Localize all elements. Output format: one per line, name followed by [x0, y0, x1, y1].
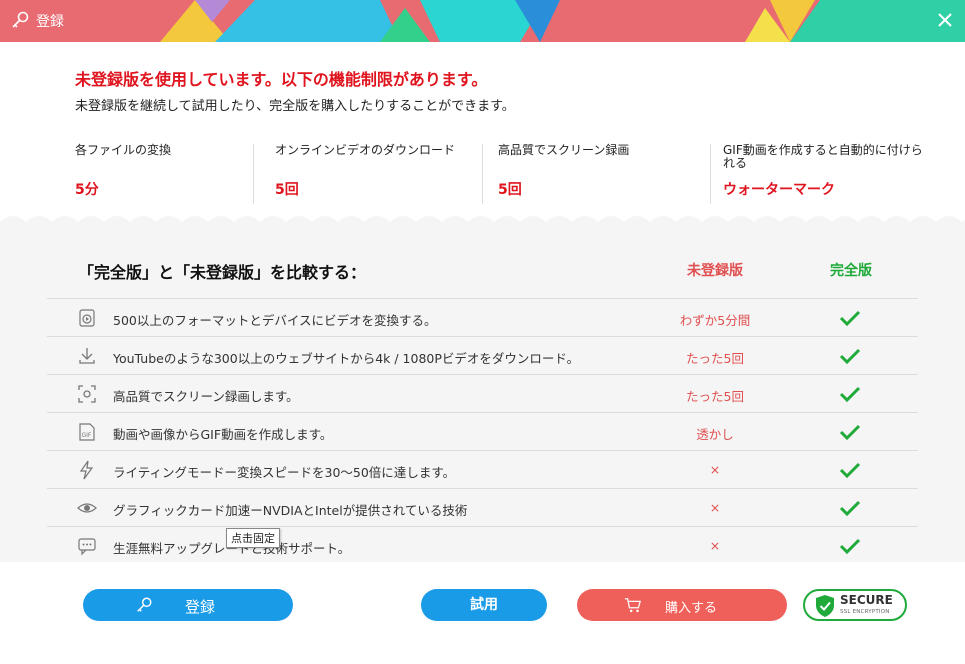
column-header-free: 未登録版: [687, 263, 743, 279]
action-bar: 登録 試用 購入する SECURE SSL ENCRYPTION: [0, 562, 965, 664]
row-free-value: たった5回: [686, 389, 744, 404]
divider: [710, 144, 711, 204]
table-row: ライティングモードー変換スピードを30〜50倍に達します。 ×: [47, 450, 918, 488]
row-free-value: ×: [709, 500, 721, 515]
limit-gif: GIF動画を作成すると自動的に付けられる ウォーターマーク: [723, 144, 923, 204]
trial-button[interactable]: 試用: [421, 589, 547, 621]
limit-download: オンラインビデオのダウンロード 5回: [275, 144, 475, 204]
title-bar-pattern: [0, 0, 965, 42]
limits-row: 各ファイルの変換 5分 オンラインビデオのダウンロード 5回 高品質でスクリーン…: [60, 144, 930, 204]
screen-record-icon: [78, 385, 96, 403]
row-free-value: ×: [709, 462, 721, 477]
notice-section: 未登録版を使用しています。以下の機能制限があります。 未登録版を継続して試用した…: [0, 42, 965, 222]
table-row: YouTubeのような300以上のウェブサイトから4k / 1080Pビデオをダ…: [47, 336, 918, 374]
ssl-label: SSL ENCRYPTION: [840, 609, 890, 615]
limit-convert: 各ファイルの変換 5分: [75, 144, 245, 204]
limit-value: ウォーターマーク: [723, 182, 835, 198]
table-row: グラフィックカード加速ーNVDIAとIntelが提供されている技術 ×: [47, 488, 918, 526]
shield-icon: [816, 595, 834, 617]
limit-label: オンラインビデオのダウンロード: [275, 143, 456, 157]
row-text: 動画や画像からGIF動画を作成します。: [113, 427, 333, 442]
notice-headline: 未登録版を使用しています。以下の機能制限があります。: [75, 70, 488, 89]
comparison-table: 500以上のフォーマットとデバイスにビデオを変換する。 わずか5分間 YouTu…: [47, 298, 918, 564]
check-icon: [839, 348, 861, 365]
close-icon[interactable]: [933, 8, 957, 32]
divider: [253, 144, 254, 204]
lightning-icon: [79, 460, 94, 480]
row-free-value: わずか5分間: [679, 313, 751, 328]
limit-value: 5分: [75, 182, 99, 198]
limit-value: 5回: [275, 182, 299, 198]
limit-record: 高品質でスクリーン録画 5回: [498, 144, 698, 204]
video-convert-icon: [79, 309, 95, 327]
check-icon: [839, 462, 861, 479]
row-free-value: 透かし: [696, 427, 734, 442]
buy-button-label: 購入する: [665, 601, 718, 616]
row-text: 500以上のフォーマットとデバイスにビデオを変換する。: [113, 313, 437, 328]
support-chat-icon: [78, 538, 96, 556]
divider: [482, 144, 483, 204]
svg-text:GIF: GIF: [82, 432, 92, 439]
limit-label: 各ファイルの変換: [75, 143, 172, 157]
title-bar: 登録: [0, 0, 965, 42]
comparison-section: 「完全版」と「未登録版」を比較する： 未登録版 完全版 500以上のフォーマット…: [0, 222, 965, 562]
check-icon: [839, 538, 861, 555]
register-button[interactable]: 登録: [83, 589, 293, 621]
check-icon: [839, 310, 861, 327]
row-text: YouTubeのような300以上のウェブサイトから4k / 1080Pビデオをダ…: [113, 351, 580, 366]
row-free-value: たった5回: [686, 351, 744, 366]
row-text: ライティングモードー変換スピードを30〜50倍に達します。: [113, 465, 456, 480]
window-title: 登録: [36, 14, 64, 30]
table-row: 高品質でスクリーン録画します。 たった5回: [47, 374, 918, 412]
table-row: 生涯無料アップグレードと技術サポート。 ×: [47, 526, 918, 564]
check-icon: [839, 386, 861, 403]
download-icon: [79, 348, 95, 364]
limit-value: 5回: [498, 182, 522, 198]
row-text: グラフィックカード加速ーNVDIAとIntelが提供されている技術: [113, 503, 468, 518]
tooltip: 点击固定: [226, 528, 280, 548]
row-text: 高品質でスクリーン録画します。: [113, 389, 299, 404]
check-icon: [839, 424, 861, 441]
table-row: GIF 動画や画像からGIF動画を作成します。 透かし: [47, 412, 918, 450]
gif-icon: GIF: [79, 423, 95, 441]
limit-label: GIF動画を作成すると自動的に付けられる: [723, 143, 923, 170]
table-row: 500以上のフォーマットとデバイスにビデオを変換する。 わずか5分間: [47, 298, 918, 336]
check-icon: [839, 500, 861, 517]
ssl-secure-badge: SECURE SSL ENCRYPTION: [803, 589, 907, 621]
buy-button[interactable]: 購入する: [577, 589, 787, 621]
comparison-title: 「完全版」と「未登録版」を比較する：: [78, 263, 367, 282]
gpu-icon: [77, 503, 97, 513]
cart-icon: [624, 598, 642, 613]
notice-subline: 未登録版を継続して試用したり、完全版を購入したりすることができます。: [75, 99, 515, 114]
key-icon: [12, 11, 29, 28]
wave-divider: [0, 216, 965, 224]
limit-label: 高品質でスクリーン録画: [498, 143, 630, 157]
row-free-value: ×: [709, 538, 721, 553]
column-header-full: 完全版: [830, 263, 872, 279]
register-button-label: 登録: [185, 598, 216, 616]
key-icon: [137, 597, 152, 612]
secure-label: SECURE: [840, 593, 893, 607]
